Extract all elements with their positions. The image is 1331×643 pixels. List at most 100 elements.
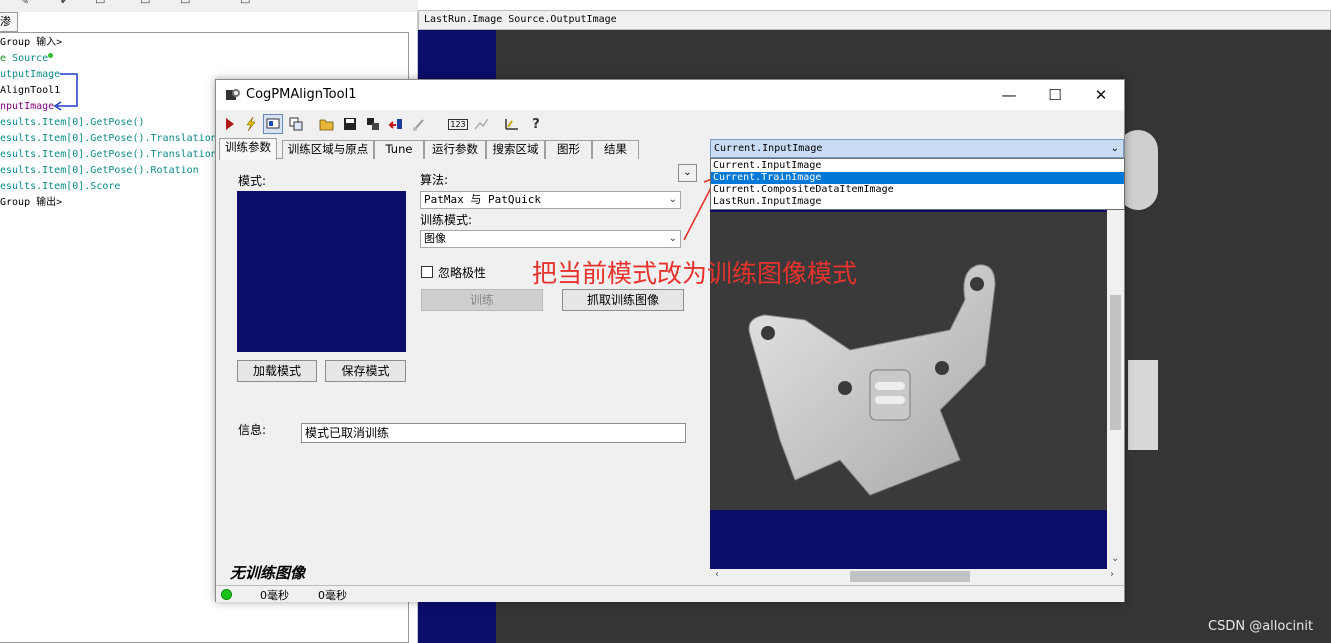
- tab-strip: 训练参数 训练区域与原点 Tune 运行参数 搜索区域 图形 结果: [219, 138, 639, 160]
- brush-button[interactable]: [409, 114, 429, 134]
- tab-train-region[interactable]: 训练区域与原点: [282, 140, 374, 159]
- close-icon: ✕: [1094, 86, 1108, 104]
- open-icon: [319, 119, 334, 131]
- background-part-image: [1118, 130, 1158, 450]
- info-field[interactable]: 模式已取消训练: [301, 423, 686, 443]
- info-value: 模式已取消训练: [305, 426, 390, 440]
- display-button[interactable]: [263, 114, 283, 134]
- copy-icon: [289, 117, 303, 131]
- tab-graphics[interactable]: 图形: [545, 140, 592, 159]
- train-mode-select[interactable]: 图像 ⌄: [420, 230, 681, 248]
- train-button-label: 训练: [469, 293, 494, 307]
- grab-button-label: 抓取训练图像: [586, 293, 659, 307]
- tab-results[interactable]: 结果: [592, 140, 639, 159]
- tree-node[interactable]: esults.Item[0].GetPose().Rotation: [0, 163, 199, 179]
- save-button[interactable]: [340, 114, 360, 134]
- help-button[interactable]: ?: [526, 114, 546, 134]
- tab-tune[interactable]: Tune: [374, 140, 424, 159]
- reset-icon: [388, 119, 402, 129]
- link-arrows-icon: [53, 73, 78, 111]
- minimize-button[interactable]: —: [986, 80, 1032, 110]
- load-model-button[interactable]: 加载模式: [237, 360, 317, 382]
- tree-node[interactable]: esults.Item[0].Score: [0, 179, 120, 195]
- copy-button[interactable]: [286, 114, 306, 134]
- train-params-panel: 模式: 算法: PatMax 与 PatQuick ⌄ 训练模式: 图像 ⌄ 忽…: [216, 160, 706, 583]
- image-source-value: Current.InputImage: [714, 143, 823, 154]
- algorithm-value: PatMax 与 PatQuick: [424, 193, 541, 206]
- toolbar-fragment-icon[interactable]: ▭: [140, 0, 150, 7]
- close-button[interactable]: ✕: [1078, 80, 1124, 110]
- save-button-label: 保存模式: [341, 364, 390, 378]
- image-view-border: [710, 510, 1107, 569]
- load-button-label: 加载模式: [252, 364, 301, 378]
- dialog-title: CogPMAlignTool1: [246, 87, 357, 102]
- toolbar-fragment-icon[interactable]: ▭: [240, 0, 250, 7]
- save-model-button[interactable]: 保存模式: [325, 360, 406, 382]
- part-image: [748, 264, 996, 496]
- dropdown-option-selected[interactable]: Current.TrainImage: [711, 172, 1124, 184]
- display-header-label: LastRun.Image Source.OutputImage: [424, 14, 617, 25]
- run-button[interactable]: [220, 114, 240, 134]
- tree-tab[interactable]: 渗: [0, 12, 18, 32]
- titlebar[interactable]: CogPMAlignTool1 — ☐ ✕: [216, 80, 1124, 110]
- tree-node[interactable]: esults.Item[0].GetPose().TranslationY: [0, 147, 223, 163]
- tab-label: 运行参数: [432, 142, 478, 156]
- grab-train-image-button[interactable]: 抓取训练图像: [562, 289, 684, 311]
- numeric-icon: 123: [448, 118, 468, 130]
- tab-run-params[interactable]: 运行参数: [424, 140, 486, 159]
- brush-icon: [413, 119, 424, 131]
- tab-label: 搜索区域: [492, 142, 539, 156]
- tab-label: 训练参数: [225, 140, 271, 154]
- pmalign-tool-dialog: CogPMAlignTool1 — ☐ ✕ 123 ? 训练参数 训练区域与原点…: [215, 79, 1125, 602]
- vertical-scrollbar-thumb[interactable]: [1110, 295, 1121, 430]
- tab-search-region[interactable]: 搜索区域: [486, 140, 545, 159]
- save-icon: [344, 118, 356, 130]
- graph-button[interactable]: [472, 114, 492, 134]
- image-source-select[interactable]: Current.InputImage ⌄: [710, 139, 1124, 158]
- maximize-button[interactable]: ☐: [1032, 80, 1078, 110]
- run-icon: [226, 118, 234, 130]
- toolbar-fragment-icon[interactable]: ✔: [60, 0, 69, 7]
- display-icon: [266, 118, 280, 129]
- model-label: 模式:: [238, 174, 267, 188]
- dropdown-option[interactable]: Current.CompositeDataItemImage: [711, 184, 1124, 196]
- horizontal-scrollbar-thumb[interactable]: [850, 571, 970, 582]
- open-button[interactable]: [317, 114, 337, 134]
- save-as-icon: [367, 118, 379, 130]
- algorithm-label: 算法:: [420, 173, 449, 187]
- tree-node[interactable]: Group 输出>: [0, 195, 62, 211]
- tree-tab-label: 渗: [0, 15, 11, 28]
- algorithm-select[interactable]: PatMax 与 PatQuick ⌄: [420, 191, 681, 209]
- app-icon: [226, 89, 240, 100]
- chevron-down-icon: ⌄: [1110, 143, 1119, 154]
- toolbar-fragment-icon[interactable]: ▭: [95, 0, 105, 7]
- train-button[interactable]: 训练: [421, 289, 543, 311]
- status-bar: 0毫秒 0毫秒: [216, 585, 1124, 602]
- numeric-button[interactable]: 123: [448, 114, 468, 134]
- help-icon: ?: [532, 116, 540, 132]
- electric-button[interactable]: [241, 114, 261, 134]
- tab-label: 训练区域与原点: [287, 142, 369, 156]
- image-source-dropdown: Current.InputImage Current.TrainImage Cu…: [710, 158, 1125, 210]
- toolbar-fragment-icon[interactable]: ✎: [20, 0, 29, 7]
- scroll-right-icon[interactable]: ›: [1110, 569, 1114, 580]
- watermark: CSDN @allocinit: [1208, 619, 1314, 634]
- status-time-1: 0毫秒: [260, 589, 289, 602]
- tab-train-params[interactable]: 训练参数: [219, 138, 277, 160]
- image-view[interactable]: ⌄: [710, 160, 1124, 569]
- vertical-scrollbar[interactable]: ⌄: [1107, 160, 1124, 569]
- scroll-left-icon[interactable]: ‹: [715, 569, 719, 580]
- ruler-button[interactable]: [502, 114, 522, 134]
- minimize-icon: —: [1001, 86, 1017, 104]
- save-as-button[interactable]: [363, 114, 383, 134]
- horizontal-scrollbar[interactable]: ‹ ›: [710, 569, 1124, 583]
- reset-button[interactable]: [386, 114, 406, 134]
- annotation-text: 把当前模式改为训练图像模式: [532, 259, 858, 288]
- dropdown-option[interactable]: LastRun.InputImage: [711, 196, 1124, 208]
- ignore-polarity-checkbox[interactable]: [421, 266, 433, 278]
- tab-label: Tune: [385, 142, 413, 156]
- toolbar-fragment-icon[interactable]: ▭: [180, 0, 190, 7]
- dropdown-option[interactable]: Current.InputImage: [711, 160, 1124, 172]
- scroll-down-icon[interactable]: ⌄: [1111, 553, 1119, 564]
- model-image-preview: [237, 191, 406, 352]
